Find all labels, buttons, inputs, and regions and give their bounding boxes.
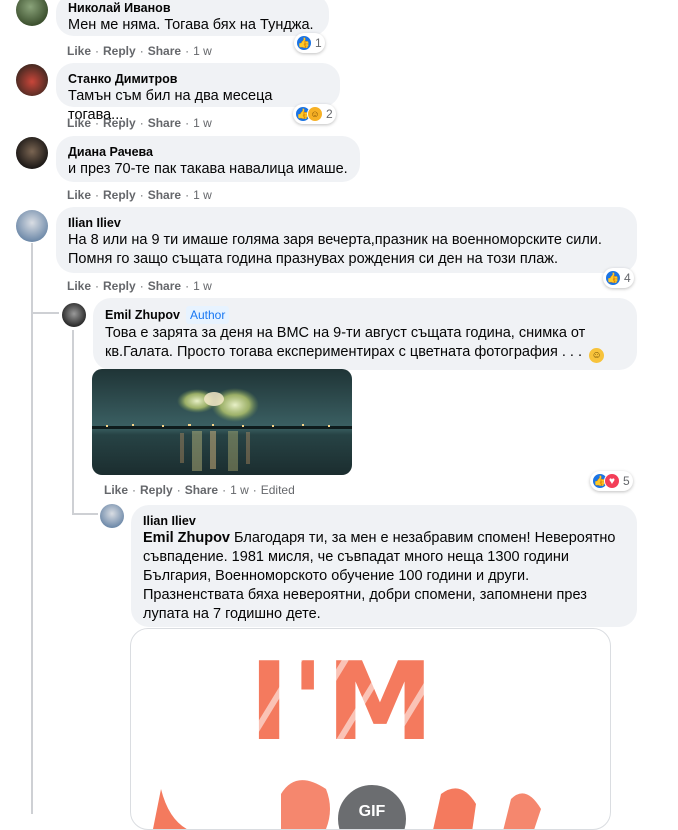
reaction-summary[interactable]: 👍 1: [294, 33, 325, 53]
reply-button[interactable]: Reply: [103, 44, 136, 58]
timestamp[interactable]: 1 w: [193, 188, 212, 202]
share-button[interactable]: Share: [148, 188, 181, 202]
comment-text: Мен ме няма. Тогава бях на Тунджа.: [68, 17, 314, 33]
comment-actions: Like · Reply · Share · 1 w: [67, 279, 212, 293]
comment-author[interactable]: Ilian Iliev: [68, 215, 625, 231]
comment-bubble: Станко Димитров Тамън съм бил на два мес…: [56, 63, 340, 123]
reaction-summary[interactable]: 👍 ☺ 2: [293, 104, 336, 124]
like-button[interactable]: Like: [67, 279, 91, 293]
avatar[interactable]: [16, 137, 48, 169]
comment-text-line: Помня го защо същата година празнувах ро…: [68, 251, 558, 267]
comment-actions: Like · Reply · Share · 1 w: [67, 44, 212, 58]
thread-line-nested: [72, 330, 74, 514]
comment-text-line: На 8 или на 9 ти имаше голяма заря вечер…: [68, 232, 602, 248]
timestamp[interactable]: 1 w: [193, 116, 212, 130]
gif-badge-label: GIF: [358, 803, 386, 820]
author-name[interactable]: Emil Zhupov: [105, 308, 180, 322]
attached-photo[interactable]: [92, 369, 352, 475]
reaction-count: 4: [624, 271, 631, 285]
reply-button[interactable]: Reply: [103, 188, 136, 202]
comment-bubble: Диана Рачева и през 70-те пак такава нав…: [56, 136, 360, 182]
avatar[interactable]: [16, 210, 48, 242]
like-button[interactable]: Like: [67, 188, 91, 202]
smiley-emoji-icon: ☺: [589, 348, 605, 363]
timestamp[interactable]: 1 w: [193, 44, 212, 58]
share-button[interactable]: Share: [148, 279, 181, 293]
share-button[interactable]: Share: [185, 483, 218, 497]
reply-actions: Like · Reply · Share · 1 w · Edited: [104, 483, 295, 497]
comment-actions: Like · Reply · Share · 1 w: [67, 188, 212, 202]
comment-author[interactable]: Николай Иванов: [68, 0, 317, 16]
reply-text-line: Празненствата бяха невероятни, добри спо…: [143, 587, 587, 603]
reaction-summary[interactable]: 👍 4: [603, 268, 634, 288]
reaction-count: 2: [326, 107, 333, 121]
thread-connector-nested: [72, 513, 98, 515]
reply-button[interactable]: Reply: [103, 116, 136, 130]
avatar[interactable]: [62, 303, 86, 327]
avatar[interactable]: [100, 504, 124, 528]
like-button[interactable]: Like: [67, 44, 91, 58]
reply-text-line: съвпадение. 1981 мисля, че съвпадат мног…: [143, 549, 569, 565]
comment-bubble: Ilian Iliev На 8 или на 9 ти имаше голям…: [56, 207, 637, 273]
love-icon: ♥: [604, 473, 620, 489]
like-icon: 👍: [296, 35, 312, 51]
reaction-count: 1: [315, 36, 322, 50]
like-button[interactable]: Like: [67, 116, 91, 130]
haha-icon: ☺: [307, 106, 323, 122]
thread-line: [31, 243, 33, 814]
comment-author[interactable]: Станко Димитров: [68, 71, 328, 87]
reply-bubble: Emil Zhupov Author Това е зарята за деня …: [93, 298, 637, 370]
reply-button[interactable]: Reply: [140, 483, 173, 497]
reply-text-line: лупата на 7 годишно дете.: [143, 606, 321, 622]
reply-text-line: Emil Zhupov Благодаря ти, за мен е незаб…: [143, 529, 625, 548]
mention-link[interactable]: Emil Zhupov: [143, 530, 230, 546]
reply-text-line: България, Военноморското обучение 100 го…: [143, 568, 530, 584]
reply-bubble: Ilian Iliev Emil Zhupov Благодаря ти, за…: [131, 505, 637, 627]
avatar[interactable]: [16, 64, 48, 96]
avatar[interactable]: [16, 0, 48, 26]
edited-label: Edited: [260, 483, 295, 497]
comment-text: и през 70-те пак такава навалица имаше.: [68, 161, 348, 177]
timestamp[interactable]: 1 w: [193, 279, 212, 293]
reaction-count: 5: [623, 474, 630, 488]
fireworks-photo: [92, 369, 352, 475]
comment-bubble: Николай Иванов Мен ме няма. Тогава бях н…: [56, 0, 329, 36]
author-badge: Author: [186, 306, 230, 324]
reply-author: Emil Zhupov Author: [105, 306, 625, 324]
reply-text-line: Това е зарята за деня на ВМС на 9-ти авг…: [105, 325, 586, 341]
reply-author[interactable]: Ilian Iliev: [143, 513, 625, 529]
like-icon: 👍: [605, 270, 621, 286]
comment-author[interactable]: Диана Рачева: [68, 144, 348, 160]
reaction-summary[interactable]: 👍 ♥ 5: [590, 471, 633, 491]
like-button[interactable]: Like: [104, 483, 128, 497]
reply-text-line-2: кв.Галата. Просто тогава експериментирах…: [105, 344, 583, 360]
reply-text-first: Благодаря ти, за мен е незабравим спомен…: [230, 530, 616, 546]
thread-connector: [31, 312, 59, 314]
comment-actions: Like · Reply · Share · 1 w: [67, 116, 212, 130]
reply-button[interactable]: Reply: [103, 279, 136, 293]
gif-attachment[interactable]: I'M GIF: [130, 628, 611, 830]
timestamp[interactable]: 1 w: [230, 483, 249, 497]
share-button[interactable]: Share: [148, 116, 181, 130]
reply-text-line: кв.Галата. Просто тогава експериментирах…: [105, 343, 625, 363]
share-button[interactable]: Share: [148, 44, 181, 58]
